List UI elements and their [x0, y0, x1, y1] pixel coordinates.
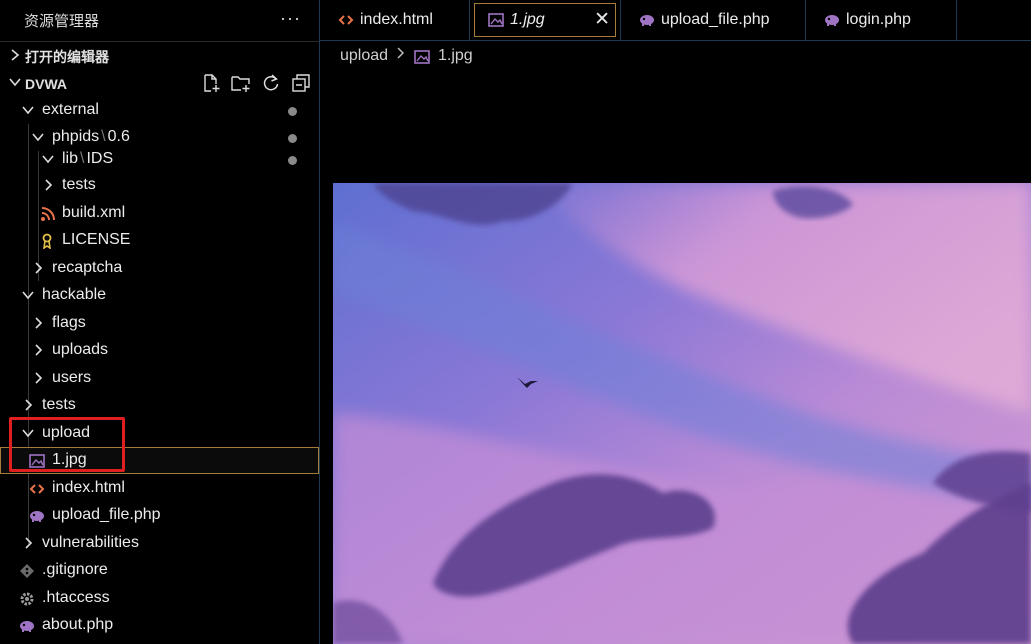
annotation-highlight-box [9, 417, 125, 472]
tree-label: external [42, 101, 99, 118]
chevron-right-icon [35, 344, 43, 356]
html-icon [338, 15, 354, 25]
tree-label: upload_file.php [52, 506, 161, 523]
tree-label: .gitignore [42, 561, 108, 578]
chevron-right-icon [11, 49, 20, 61]
refresh-icon[interactable] [261, 73, 281, 93]
chevron-down-icon [42, 155, 54, 164]
tab-upload-file-php[interactable]: upload_file.php [621, 0, 806, 40]
modified-dot [288, 107, 297, 116]
html-icon [29, 484, 45, 494]
tab-label: 1.jpg [510, 11, 545, 28]
tree-label-suffix: IDS [86, 150, 114, 167]
tree-file-license[interactable]: LICENSE [0, 227, 319, 254]
tab-label: upload_file.php [661, 11, 770, 28]
tree-folder-lib-ids[interactable]: lib \ IDS [0, 146, 319, 173]
path-separator: \ [101, 128, 106, 145]
tree-label: uploads [52, 341, 109, 358]
breadcrumb-file[interactable]: 1.jpg [438, 47, 473, 65]
close-icon[interactable]: ✕ [594, 8, 610, 31]
tree-label: LICENSE [62, 231, 131, 248]
tree-file-build-xml[interactable]: build.xml [0, 200, 319, 227]
tree-label: tests [42, 396, 76, 413]
breadcrumb-folder[interactable]: upload [340, 47, 388, 65]
tree-file-gitignore[interactable]: .gitignore [0, 557, 319, 584]
php-icon [640, 15, 654, 26]
php-icon [30, 511, 44, 522]
image-icon [414, 50, 430, 64]
modified-dot [288, 156, 297, 165]
tree-folder-external[interactable]: external [0, 97, 319, 124]
tree-label: users [52, 369, 92, 386]
tab-1-jpg[interactable]: 1.jpg ✕ [470, 0, 621, 40]
chevron-right-icon [45, 179, 53, 191]
tree-file-about-php[interactable]: about.php [0, 612, 319, 639]
breadcrumb: upload 1.jpg [320, 41, 1031, 69]
tree-label: hackable [42, 286, 107, 303]
image-icon [488, 13, 504, 27]
editor-tab-bar: index.html 1.jpg ✕ upload_file.php login… [320, 0, 1031, 41]
new-folder-icon[interactable] [231, 73, 251, 93]
collapse-all-icon[interactable] [291, 73, 311, 93]
tree-folder-hackable[interactable]: hackable [0, 282, 319, 309]
tree-file-index-html[interactable]: index.html [0, 475, 319, 502]
workspace-root-label: DVWA [25, 76, 67, 92]
chevron-down-icon [22, 291, 34, 300]
tree-folder-users[interactable]: users [0, 365, 319, 392]
tree-label: about.php [42, 616, 114, 633]
gear-icon [20, 592, 34, 606]
explorer-header: 资源管理器 ··· [0, 0, 319, 40]
rss-icon [41, 207, 55, 221]
chevron-right-icon [35, 317, 43, 329]
sky-image-preview [333, 183, 1031, 644]
chevron-down-icon [22, 106, 34, 115]
tab-login-php[interactable]: login.php [806, 0, 957, 40]
explorer-sidebar: 资源管理器 ··· 打开的编辑器 DVWA external phpids \ 0.… [0, 0, 320, 644]
tab-label: login.php [846, 11, 911, 28]
tree-folder-tests[interactable]: tests [0, 392, 319, 419]
tree-label: .htaccess [42, 589, 110, 606]
chevron-right-icon [397, 47, 405, 59]
tree-label: flags [52, 314, 86, 331]
tree-label: phpids [52, 128, 100, 145]
php-icon [825, 15, 839, 26]
new-file-icon[interactable] [201, 73, 221, 93]
tree-label: vulnerabilities [42, 534, 139, 551]
tree-label: build.xml [62, 204, 126, 221]
open-editors-section[interactable]: 打开的编辑器 [0, 41, 319, 70]
tree-label: lib [62, 150, 79, 167]
more-actions-icon[interactable]: ··· [280, 8, 301, 29]
tree-folder-recaptcha[interactable]: recaptcha [0, 255, 319, 282]
chevron-right-icon [25, 537, 33, 549]
git-icon [20, 564, 34, 578]
chevron-right-icon [35, 372, 43, 384]
chevron-down-icon [32, 133, 44, 142]
tree-file-htaccess[interactable]: .htaccess [0, 585, 319, 612]
modified-dot [288, 134, 297, 143]
tab-label: index.html [360, 11, 433, 28]
tree-folder-flags[interactable]: flags [0, 310, 319, 337]
tree-file-upload-file-php[interactable]: upload_file.php [0, 502, 319, 529]
chevron-right-icon [35, 262, 43, 274]
tree-label-suffix: 0.6 [107, 128, 130, 145]
tree-folder-uploads[interactable]: uploads [0, 337, 319, 364]
tree-label: index.html [52, 479, 125, 496]
explorer-title: 资源管理器 [24, 13, 100, 30]
license-icon [42, 233, 52, 249]
php-icon [20, 621, 34, 632]
workspace-root-dvwa[interactable]: DVWA [0, 70, 319, 97]
tree-folder-vulnerabilities[interactable]: vulnerabilities [0, 530, 319, 557]
tree-label: tests [62, 176, 96, 193]
tab-index-html[interactable]: index.html [320, 0, 470, 40]
chevron-down-icon [9, 78, 21, 87]
chevron-right-icon [25, 399, 33, 411]
tree-label: recaptcha [52, 259, 123, 276]
tree-folder-tests[interactable]: tests [0, 172, 319, 199]
open-editors-label: 打开的编辑器 [25, 49, 109, 65]
